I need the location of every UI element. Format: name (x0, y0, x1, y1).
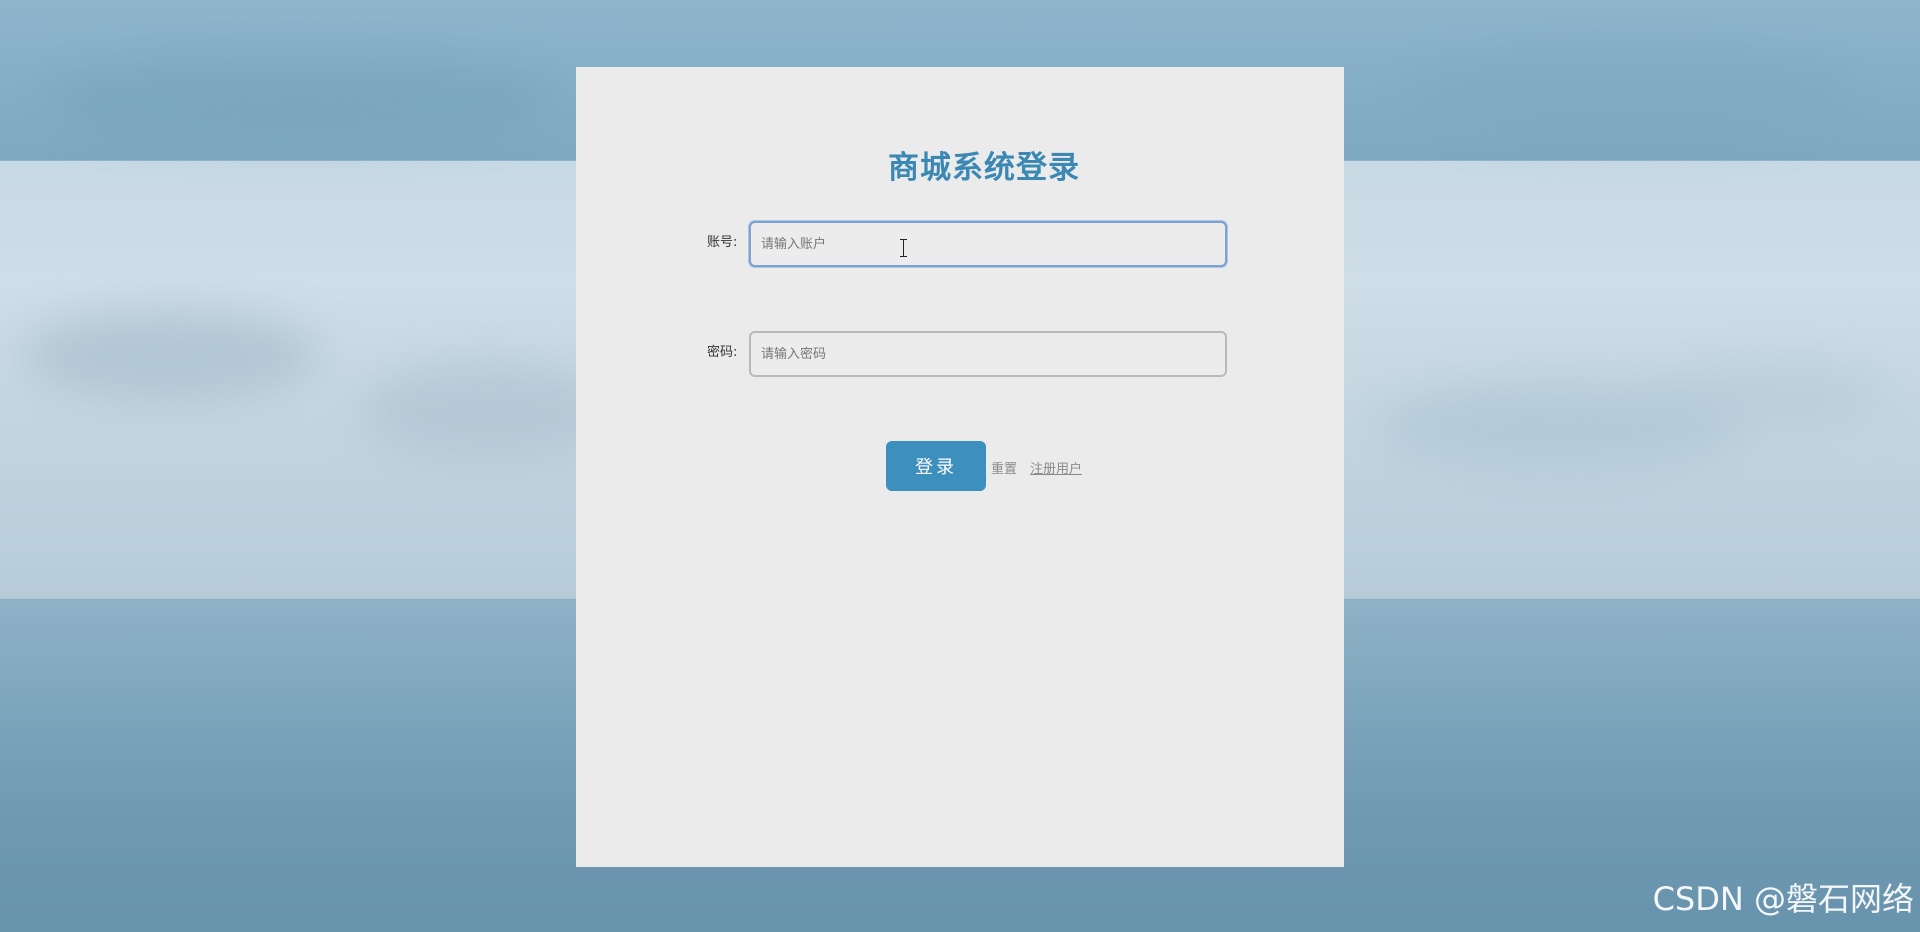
watermark-text: CSDN @磐石网络 (1652, 880, 1914, 918)
reset-link[interactable]: 重置 (991, 458, 1017, 477)
account-input[interactable] (749, 221, 1227, 267)
ibeam-cursor-icon (900, 239, 908, 257)
cloud-blob (1650, 360, 1890, 430)
register-link[interactable]: 注册用户 (1030, 458, 1082, 477)
cloud-blob (20, 310, 320, 400)
cloud-blob (40, 50, 560, 140)
login-button[interactable]: 登录 (886, 441, 986, 491)
password-label: 密码: (707, 345, 738, 360)
password-input[interactable] (749, 331, 1227, 377)
account-label: 账号: (707, 235, 738, 250)
page-title: 商城系统登录 (888, 150, 1080, 186)
cloud-blob (1400, 40, 1860, 140)
